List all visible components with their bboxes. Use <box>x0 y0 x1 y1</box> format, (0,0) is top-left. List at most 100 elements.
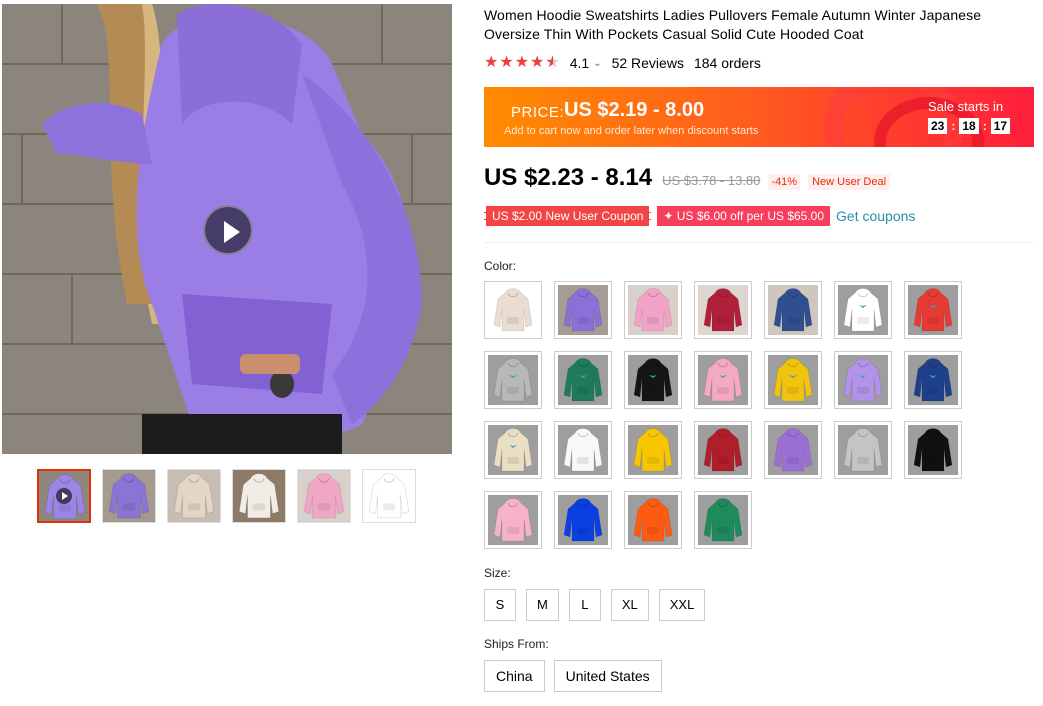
hoodie-image <box>768 285 818 335</box>
hoodie-image <box>558 495 608 545</box>
color-swatch[interactable] <box>764 421 822 479</box>
color-swatch[interactable] <box>554 421 612 479</box>
new-user-deal-badge: New User Deal <box>808 174 891 190</box>
discount-badge: -41% <box>768 174 801 190</box>
play-video-button[interactable] <box>203 205 253 255</box>
hoodie-image <box>628 355 678 405</box>
main-product-image[interactable] <box>2 4 452 454</box>
color-swatch[interactable] <box>484 421 542 479</box>
hoodie-image <box>628 285 678 335</box>
size-label: Size: <box>484 566 511 580</box>
gallery-thumbnail[interactable] <box>297 469 351 523</box>
promo-subtitle: Add to cart now and order later when dis… <box>504 125 759 137</box>
color-swatch[interactable] <box>624 491 682 549</box>
color-swatch[interactable] <box>624 421 682 479</box>
reviews-link[interactable]: 52 Reviews <box>612 55 684 71</box>
color-swatch[interactable] <box>694 491 752 549</box>
color-swatch[interactable] <box>694 421 752 479</box>
hoodie-image <box>558 355 608 405</box>
get-coupons-link[interactable]: Get coupons <box>836 208 915 224</box>
color-swatch[interactable] <box>904 351 962 409</box>
promo-banner: PRICE: US $2.19 - 8.00 Add to cart now a… <box>484 87 1034 147</box>
countdown-minutes: 18 <box>959 118 979 134</box>
divider <box>484 242 1034 243</box>
star-icon: ★ <box>530 54 545 71</box>
gallery-thumbnail[interactable] <box>167 469 221 523</box>
color-swatch[interactable] <box>554 281 612 339</box>
hoodie-image <box>363 470 415 522</box>
color-swatch[interactable] <box>694 281 752 339</box>
color-swatch[interactable] <box>554 491 612 549</box>
hoodie-image <box>488 355 538 405</box>
hoodie-image <box>628 495 678 545</box>
gallery-thumbnail[interactable] <box>362 469 416 523</box>
chevron-down-icon[interactable]: ⌄ <box>593 58 601 69</box>
hoodie-image <box>768 425 818 475</box>
color-swatch[interactable] <box>484 351 542 409</box>
hoodie-image <box>488 285 538 335</box>
hoodie-image <box>838 425 888 475</box>
countdown-timer: 23 : 18 : 17 <box>928 118 1011 134</box>
coupon-row: US $2.00 New User Coupon ✦ US $6.00 off … <box>484 206 915 226</box>
original-price: US $3.78 - 13.80 <box>662 173 761 188</box>
hoodie-image <box>838 285 888 335</box>
color-swatch[interactable] <box>904 421 962 479</box>
color-swatch[interactable] <box>764 351 822 409</box>
hoodie-image <box>488 425 538 475</box>
color-label: Color: <box>484 259 517 273</box>
gallery-thumbnail[interactable] <box>232 469 286 523</box>
size-option[interactable]: XL <box>610 589 649 621</box>
color-swatch[interactable] <box>694 351 752 409</box>
color-swatch[interactable] <box>484 281 542 339</box>
star-icon: ★ <box>514 54 530 71</box>
promo-price-label: PRICE: <box>511 104 565 121</box>
color-swatch[interactable] <box>624 351 682 409</box>
color-swatch[interactable] <box>484 491 542 549</box>
rating-stars[interactable]: ★ ★ ★ ★ ★ <box>484 55 560 71</box>
hoodie-image <box>233 470 285 522</box>
hoodie-image <box>908 285 958 335</box>
color-swatch[interactable] <box>764 281 822 339</box>
hoodie-image <box>298 470 350 522</box>
countdown-seconds: 17 <box>990 118 1011 134</box>
price-row: US $2.23 - 8.14 US $3.78 - 13.80 -41% Ne… <box>484 164 891 192</box>
half-star-icon: ★ <box>545 54 560 71</box>
hoodie-image <box>698 355 748 405</box>
color-swatch[interactable] <box>624 281 682 339</box>
rating-row: ★ ★ ★ ★ ★ 4.1 ⌄ 52 Reviews 184 orders <box>484 54 761 72</box>
hoodie-image <box>558 285 608 335</box>
hoodie-image <box>908 425 958 475</box>
ships-from-option[interactable]: United States <box>553 660 662 692</box>
countdown-hours: 23 <box>928 118 948 134</box>
color-swatch[interactable] <box>834 421 892 479</box>
gallery-thumbnail[interactable] <box>37 469 91 523</box>
product-title: Women Hoodie Sweatshirts Ladies Pullover… <box>484 7 982 42</box>
hoodie-image <box>488 495 538 545</box>
gallery-thumbnail[interactable] <box>102 469 156 523</box>
ships-from-option[interactable]: China <box>484 660 545 692</box>
size-option[interactable]: XXL <box>658 589 706 621</box>
size-option[interactable]: S <box>484 589 516 621</box>
color-swatch[interactable] <box>834 281 892 339</box>
countdown-separator: : <box>951 119 956 133</box>
sale-starts-label: Sale starts in <box>928 99 1004 114</box>
rating-value[interactable]: 4.1 <box>570 55 589 71</box>
thumbnail-strip <box>37 469 416 523</box>
hoodie-image <box>768 355 818 405</box>
hoodie-image <box>698 495 748 545</box>
size-option[interactable]: M <box>526 589 559 621</box>
size-option[interactable]: L <box>568 589 601 621</box>
color-swatch[interactable] <box>834 351 892 409</box>
hoodie-image <box>628 425 678 475</box>
ships-from-label: Ships From: <box>484 637 549 651</box>
store-coupon[interactable]: ✦ US $6.00 off per US $65.00 <box>657 206 831 226</box>
color-swatch-grid <box>484 281 974 549</box>
promo-price-value: US $2.19 - 8.00 <box>564 99 705 121</box>
countdown-separator: : <box>982 119 987 133</box>
play-icon <box>56 488 72 504</box>
current-price: US $2.23 - 8.14 <box>484 164 653 191</box>
hoodie-image <box>908 355 958 405</box>
color-swatch[interactable] <box>904 281 962 339</box>
new-user-coupon[interactable]: US $2.00 New User Coupon <box>484 206 652 226</box>
color-swatch[interactable] <box>554 351 612 409</box>
